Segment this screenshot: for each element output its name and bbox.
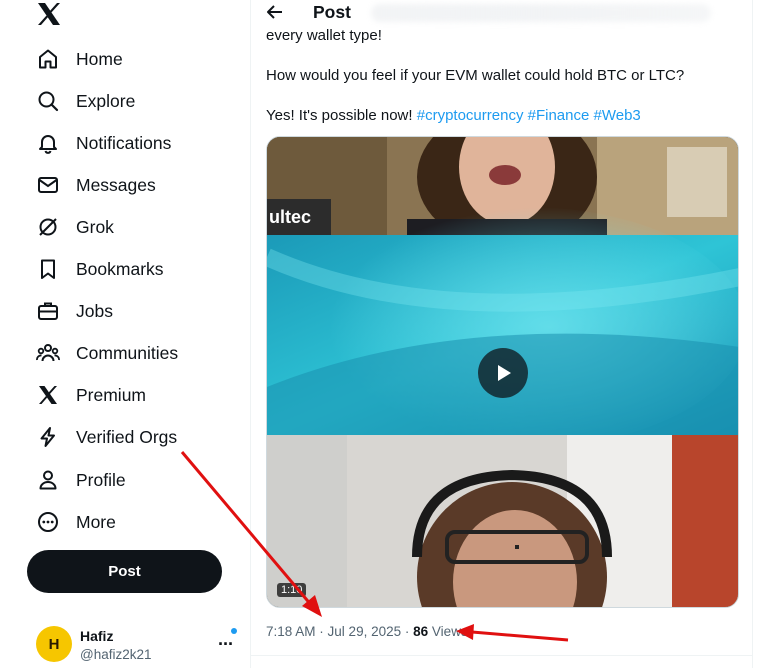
meta-separator: · <box>319 624 328 639</box>
nav-explore[interactable]: Explore <box>36 83 135 119</box>
nav-verified-orgs[interactable]: Verified Orgs <box>36 419 177 455</box>
post-date[interactable]: Jul 29, 2025 <box>328 624 402 639</box>
envelope-icon <box>36 173 60 197</box>
views-count: 86 <box>413 624 429 639</box>
main-column: Post every wallet type! How would you fe… <box>250 0 753 668</box>
search-icon <box>36 89 60 113</box>
x-logo-icon[interactable] <box>36 2 62 26</box>
x-premium-icon <box>36 383 60 407</box>
more-dots-icon[interactable]: ··· <box>218 634 234 655</box>
nav-grok[interactable]: Grok <box>36 209 114 245</box>
post-meta: 7:18 AM · Jul 29, 2025 · 86 Views <box>266 624 468 639</box>
bell-icon <box>36 131 60 155</box>
views-label: Views <box>431 624 468 639</box>
bookmark-icon <box>36 257 60 281</box>
hashtag-link[interactable]: #cryptocurrency <box>417 107 524 124</box>
video-duration: 1:10 <box>277 583 307 597</box>
meta-separator: · <box>404 624 414 639</box>
nav-label-more: More <box>76 511 116 532</box>
nav-premium[interactable]: Premium <box>36 377 146 413</box>
nav-label-jobs: Jobs <box>76 300 113 321</box>
nav-communities[interactable]: Communities <box>36 335 178 371</box>
post-button[interactable]: Post <box>27 550 222 593</box>
nav-label-verified-orgs: Verified Orgs <box>76 426 178 447</box>
hashtag-link[interactable]: #Finance <box>528 107 590 124</box>
video-player[interactable]: ultec 1:10 <box>266 136 739 608</box>
nav-bookmarks[interactable]: Bookmarks <box>36 251 164 287</box>
post-text-line-3: Yes! It's possible now! #cryptocurrency … <box>266 107 641 124</box>
account-name: Hafiz <box>80 628 114 644</box>
nav-label-notifications: Notifications <box>76 132 172 153</box>
video-overlay-text: ultec <box>269 207 311 227</box>
grok-icon <box>36 215 60 239</box>
arrow-left-icon[interactable] <box>265 2 285 22</box>
nav-more[interactable]: More <box>36 504 116 540</box>
nav-label-bookmarks: Bookmarks <box>76 258 164 279</box>
nav-messages[interactable]: Messages <box>36 167 156 203</box>
nav-label-communities: Communities <box>76 342 179 363</box>
more-circle-icon <box>36 510 60 534</box>
page-title: Post <box>313 2 351 22</box>
post-text-line-1: every wallet type! <box>266 27 382 44</box>
nav-label-messages: Messages <box>76 174 156 195</box>
sidebar: Home Explore Notifications Messages Grok… <box>0 0 250 668</box>
account-switcher[interactable]: H Hafiz @hafiz2k21 ··· <box>36 622 241 664</box>
header-blur <box>371 4 711 22</box>
post-text-sentence: Yes! It's possible now! <box>266 107 413 124</box>
nav-label-premium: Premium <box>76 384 147 405</box>
nav-jobs[interactable]: Jobs <box>36 293 113 329</box>
nav-notifications[interactable]: Notifications <box>36 125 171 161</box>
nav-label-profile: Profile <box>76 469 126 490</box>
account-handle: @hafiz2k21 <box>80 647 152 662</box>
divider <box>251 655 752 656</box>
post-time[interactable]: 7:18 AM <box>266 624 316 639</box>
person-icon <box>36 468 60 492</box>
nav-home[interactable]: Home <box>36 41 123 77</box>
briefcase-icon <box>36 299 60 323</box>
nav-profile[interactable]: Profile <box>36 462 126 498</box>
nav-label-home: Home <box>76 48 123 69</box>
avatar: H <box>36 626 72 662</box>
nav-label-explore: Explore <box>76 90 136 111</box>
notification-dot <box>231 628 237 634</box>
hashtag-link[interactable]: #Web3 <box>594 107 641 124</box>
home-icon <box>36 47 60 71</box>
post-text-line-2: How would you feel if your EVM wallet co… <box>266 67 685 84</box>
lightning-icon <box>36 425 60 449</box>
communities-icon <box>36 341 60 365</box>
play-icon[interactable] <box>478 348 528 398</box>
post-header: Post <box>251 0 752 26</box>
nav-label-grok: Grok <box>76 216 114 237</box>
